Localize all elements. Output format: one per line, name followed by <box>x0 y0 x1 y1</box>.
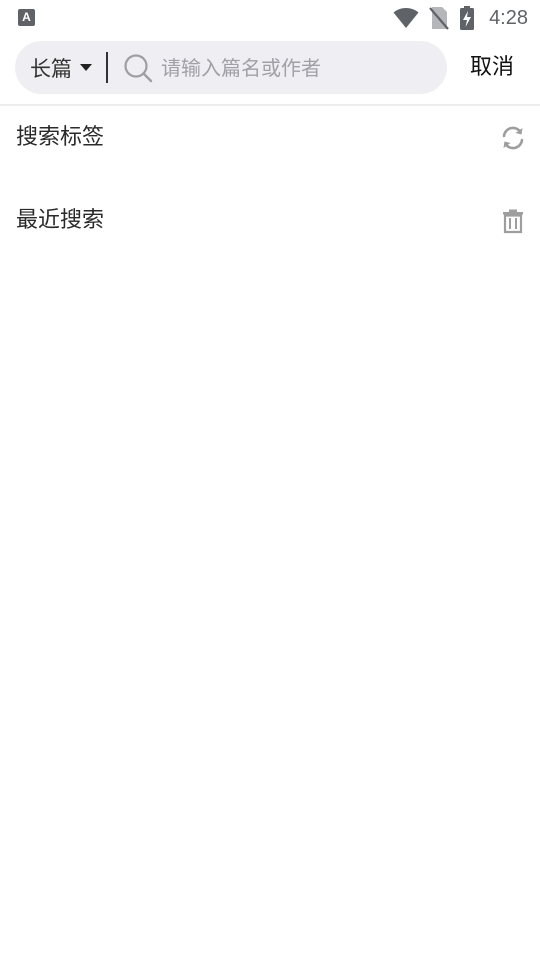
status-time: 4:28 <box>489 6 528 29</box>
status-icons: 4:28 <box>393 4 528 32</box>
category-label: 长篇 <box>30 56 72 81</box>
search-divider <box>106 52 108 83</box>
search-input[interactable] <box>161 47 431 88</box>
accessibility-notification-icon: A <box>18 9 35 26</box>
search-icon <box>124 54 153 83</box>
recent-searches-title: 最近搜索 <box>16 208 105 233</box>
cancel-button[interactable]: 取消 <box>470 50 514 86</box>
search-header: 长篇 取消 <box>0 36 540 104</box>
status-bar: A 4:28 <box>0 0 540 36</box>
no-sim-icon <box>429 7 449 30</box>
battery-charging-icon <box>460 6 475 30</box>
wifi-icon <box>393 8 419 28</box>
search-tags-header: 搜索标签 <box>0 116 540 160</box>
search-screen: A 4:28 长篇 请输入篇名或作者 取消 搜索标签 最近搜索 <box>0 0 540 960</box>
search-tags-title: 搜索标签 <box>16 125 105 150</box>
recent-searches-header: 最近搜索 <box>0 199 540 243</box>
header-divider <box>0 104 540 106</box>
caret-down-icon <box>80 64 92 71</box>
trash-icon[interactable] <box>500 208 526 234</box>
refresh-icon[interactable] <box>500 125 526 151</box>
search-box: 长篇 <box>15 41 447 94</box>
category-dropdown[interactable]: 长篇 <box>30 41 92 94</box>
